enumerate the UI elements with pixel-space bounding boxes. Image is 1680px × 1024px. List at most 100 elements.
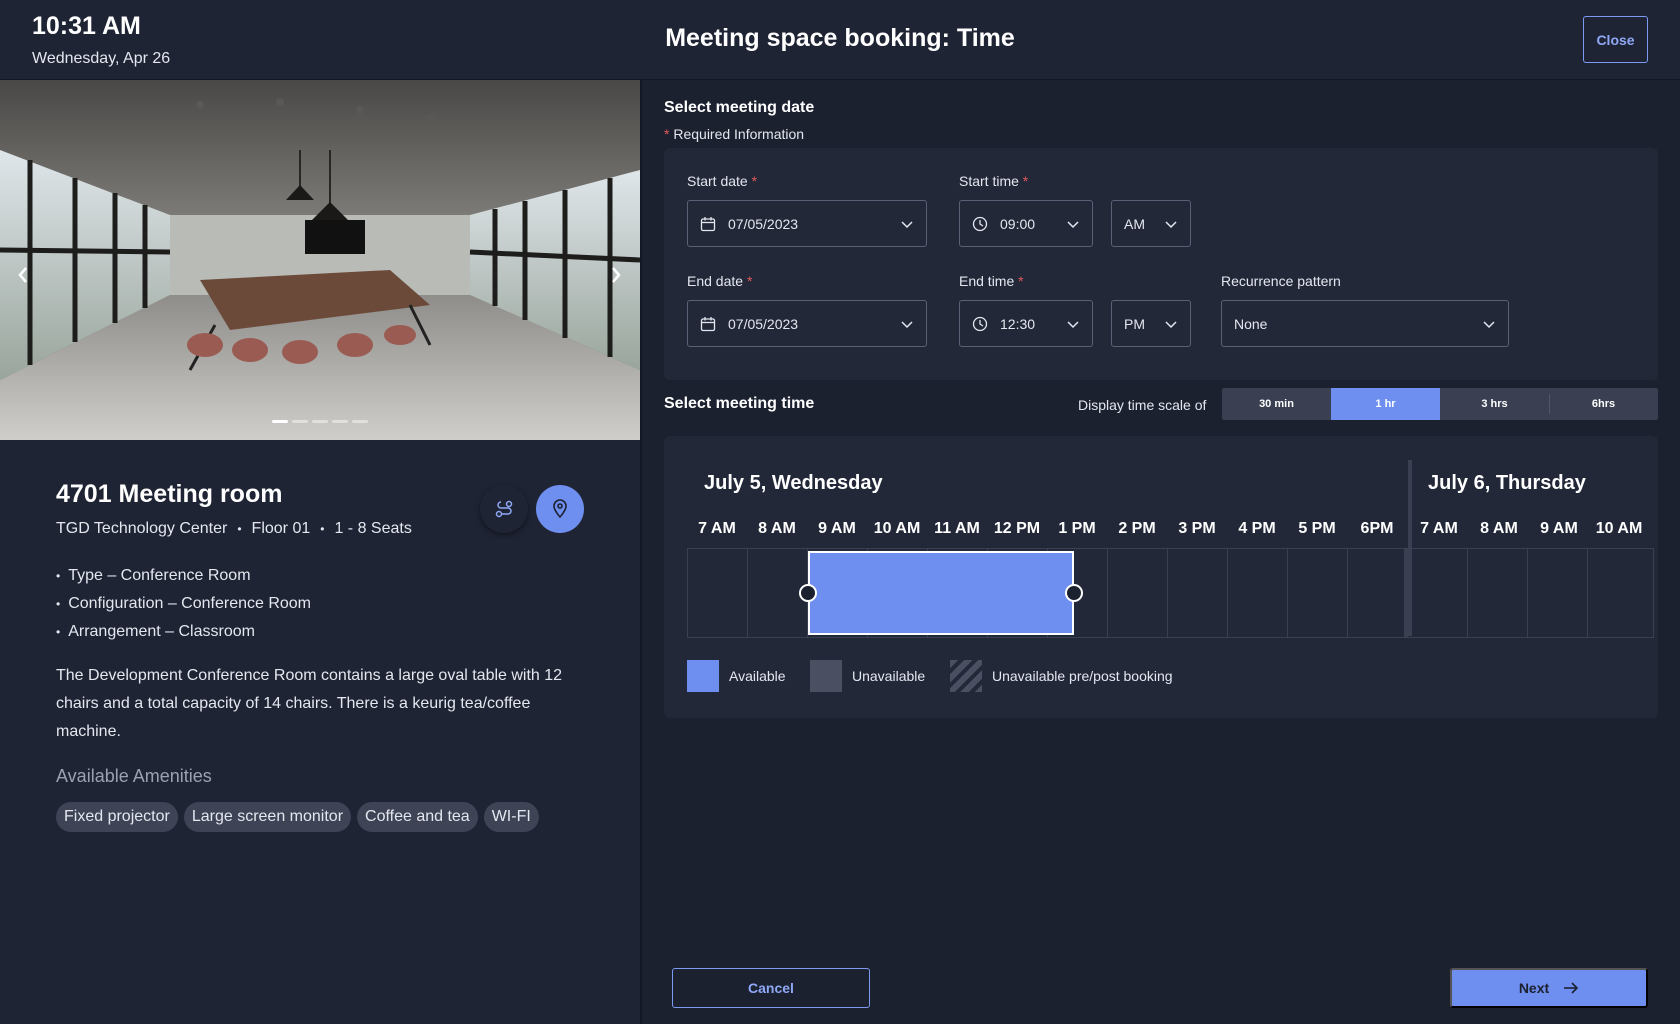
time-slot[interactable]: [1108, 549, 1168, 637]
day-label-2: July 6, Thursday: [1428, 472, 1586, 494]
calendar-icon: [700, 215, 718, 233]
time-slot[interactable]: [1228, 549, 1288, 637]
hour-label: 2 PM: [1118, 520, 1156, 537]
end-time-value: 12:30: [1000, 315, 1036, 332]
carousel-dots: [272, 420, 368, 423]
start-date-label: Start date *: [687, 173, 757, 189]
required-star: *: [1022, 173, 1029, 189]
carousel-prev-icon[interactable]: [8, 260, 38, 290]
legend-available: Available: [687, 660, 786, 692]
striped-swatch: [950, 660, 982, 692]
room-name: 4701 Meeting room: [56, 480, 283, 508]
room-attribute: Configuration – Conference Room: [56, 590, 311, 618]
carousel-dot[interactable]: [312, 420, 328, 423]
time-slot[interactable]: [1588, 549, 1648, 637]
required-text: Required Information: [673, 126, 805, 142]
hour-label: 3 PM: [1178, 520, 1216, 537]
required-star: *: [746, 273, 753, 289]
location-button[interactable]: [536, 485, 584, 533]
start-time-picker[interactable]: 09:00: [959, 200, 1093, 247]
cancel-button[interactable]: Cancel: [672, 968, 870, 1008]
legend-label: Available: [729, 668, 786, 684]
amenity-chip: Coffee and tea: [357, 802, 478, 832]
room-meta: TGD Technology Center • Floor 01 • 1 - 8…: [56, 520, 412, 538]
available-swatch: [687, 660, 719, 692]
room-details-panel: 4701 Meeting room TGD Technology Center …: [0, 80, 640, 1024]
end-date-value: 07/05/2023: [728, 315, 799, 332]
hour-label: 4 PM: [1238, 520, 1276, 537]
amenities-heading: Available Amenities: [56, 766, 212, 786]
start-ampm-value: AM: [1124, 215, 1145, 232]
time-slot[interactable]: [1468, 549, 1528, 637]
required-star: *: [664, 126, 670, 142]
scale-option-30min[interactable]: 30 min: [1222, 388, 1331, 420]
hour-label: 8 AM: [1480, 520, 1518, 537]
start-ampm-select[interactable]: AM: [1111, 200, 1191, 247]
next-button-label: Next: [1518, 980, 1550, 996]
carousel-dot[interactable]: [272, 420, 288, 423]
legend-unavailable: Unavailable: [810, 660, 925, 692]
calendar-icon: [700, 315, 718, 333]
scale-option-3hrs[interactable]: 3 hrs: [1440, 388, 1549, 420]
chevron-down-icon: [1066, 317, 1080, 331]
meta-separator: •: [320, 522, 325, 536]
start-time-label: Start time *: [959, 173, 1028, 189]
end-date-picker[interactable]: 07/05/2023: [687, 300, 927, 347]
chevron-down-icon: [1164, 317, 1178, 331]
room-building: TGD Technology Center: [56, 520, 228, 537]
directions-button[interactable]: [480, 485, 528, 533]
amenity-chip: WI-FI: [483, 802, 539, 832]
start-time-label-text: Start time: [959, 173, 1019, 189]
chevron-down-icon: [1164, 217, 1178, 231]
close-button[interactable]: Close: [1583, 16, 1648, 63]
hour-label: 12 PM: [993, 520, 1041, 537]
start-date-picker[interactable]: 07/05/2023: [687, 200, 927, 247]
hour-label: 7 AM: [698, 520, 736, 537]
next-button[interactable]: Next: [1450, 968, 1648, 1008]
room-capacity: 1 - 8 Seats: [334, 520, 412, 537]
room-attribute: Type – Conference Room: [56, 562, 311, 590]
time-slot[interactable]: [1288, 549, 1348, 637]
range-start-handle[interactable]: [799, 584, 817, 602]
time-slot[interactable]: [1348, 549, 1408, 637]
hour-label: 5 PM: [1298, 520, 1336, 537]
time-slot[interactable]: [1408, 549, 1468, 637]
time-slot[interactable]: [1168, 549, 1228, 637]
legend-label: Unavailable pre/post booking: [992, 668, 1173, 684]
hour-label: 8 AM: [758, 520, 796, 537]
chevron-down-icon: [900, 317, 914, 331]
room-floor: Floor 01: [251, 520, 311, 537]
end-time-label: End time *: [959, 273, 1024, 289]
hour-label: 10 AM: [1595, 520, 1643, 537]
end-time-picker[interactable]: 12:30: [959, 300, 1093, 347]
required-star: *: [1018, 273, 1024, 289]
recurrence-value: None: [1234, 315, 1268, 332]
clock-icon: [972, 215, 990, 233]
carousel-dot[interactable]: [352, 420, 368, 423]
meta-separator: •: [237, 522, 242, 536]
time-slot[interactable]: [688, 549, 748, 637]
room-photo-image: [0, 80, 640, 440]
scale-option-1hr[interactable]: 1 hr: [1331, 388, 1440, 420]
legend-label: Unavailable: [852, 668, 926, 684]
day-label-1: July 5, Wednesday: [704, 472, 883, 494]
arrow-right-icon: [1564, 982, 1579, 994]
end-ampm-select[interactable]: PM: [1111, 300, 1191, 347]
carousel-dot[interactable]: [332, 420, 348, 423]
recurrence-select[interactable]: None: [1221, 300, 1509, 347]
hour-label: 11 AM: [934, 520, 980, 537]
amenity-chip: Large screen monitor: [183, 802, 352, 832]
route-icon: [495, 500, 513, 518]
range-end-handle[interactable]: [1065, 584, 1083, 602]
scale-option-6hrs[interactable]: 6hrs: [1549, 388, 1658, 420]
selected-time-range[interactable]: [808, 551, 1074, 635]
carousel-next-icon[interactable]: [601, 260, 631, 290]
start-time-value: 09:00: [1000, 215, 1036, 232]
hour-label: 9 AM: [818, 520, 856, 537]
clock-icon: [972, 315, 990, 333]
time-slot[interactable]: [1528, 549, 1588, 637]
carousel-dot[interactable]: [292, 420, 308, 423]
time-section-title: Select meeting time: [664, 395, 815, 412]
start-date-value: 07/05/2023: [728, 215, 799, 232]
room-attributes: Type – Conference Room Configuration – C…: [56, 562, 311, 646]
